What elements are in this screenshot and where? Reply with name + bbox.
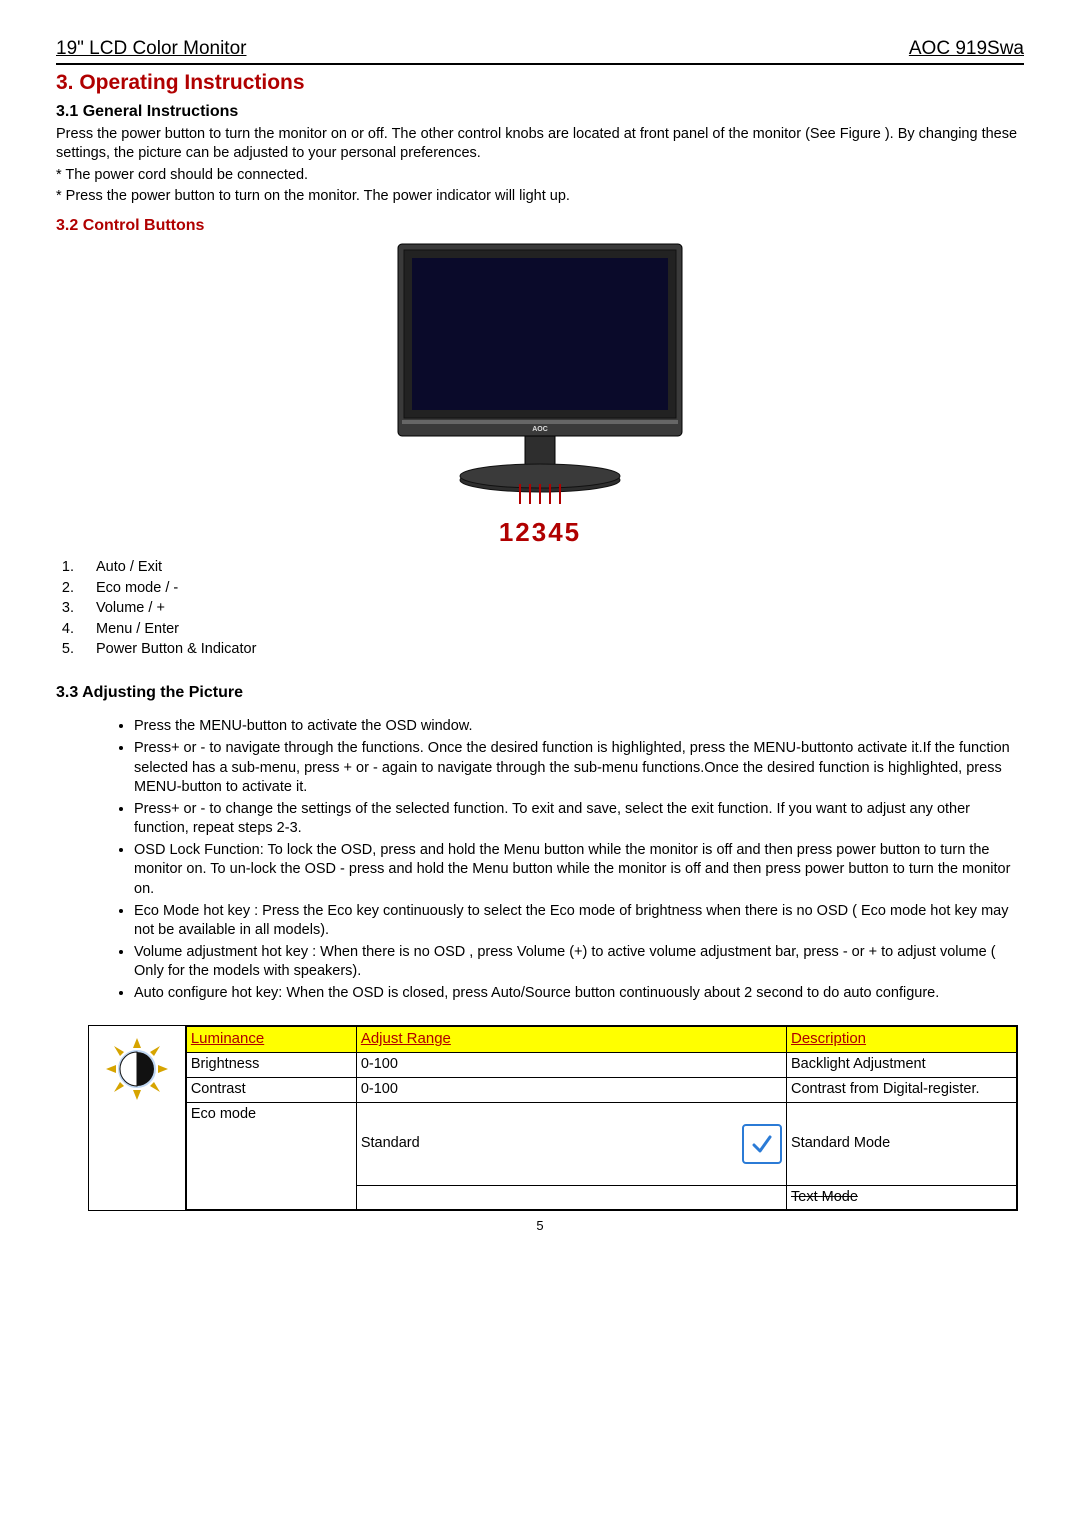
cell-desc-truncated: Text Mode [787, 1185, 1017, 1210]
s31-bullet2: * Press the power button to turn on the … [56, 187, 1024, 207]
cell-name: Contrast [186, 1077, 356, 1102]
table-row: Contrast 0-100 Contrast from Digital-reg… [186, 1077, 1016, 1102]
list-item: Auto / Exit [78, 558, 1024, 578]
list-item: Volume adjustment hot key : When there i… [134, 943, 1024, 982]
cell-desc: Backlight Adjustment [787, 1052, 1017, 1077]
page-number: 5 [56, 1217, 1024, 1235]
list-item: Volume / + [78, 599, 1024, 619]
subsection-3-3-title: 3.3 Adjusting the Picture [56, 682, 1024, 704]
table-header-row: Luminance Adjust Range Description [186, 1027, 1016, 1052]
s31-bullet1: * The power cord should be connected. [56, 166, 1024, 186]
luminance-icon-cell [89, 1026, 186, 1210]
list-item: Press+ or - to change the settings of th… [134, 800, 1024, 839]
cell-range: Standard [356, 1102, 786, 1185]
list-item: Menu / Enter [78, 620, 1024, 640]
brightness-contrast-icon [102, 1034, 172, 1104]
subsection-3-2-title: 3.2 Control Buttons [56, 215, 1024, 237]
cell-name: Brightness [186, 1052, 356, 1077]
s31-para1: Press the power button to turn the monit… [56, 125, 1024, 164]
adjusting-picture-list: Press the MENU-button to activate the OS… [56, 717, 1024, 1003]
cell-range: 0-100 [356, 1077, 786, 1102]
header-right: AOC 919Swa [909, 36, 1024, 63]
control-button-list: Auto / Exit Eco mode / - Volume / + Menu… [56, 558, 1024, 660]
cell-desc: Standard Mode [787, 1102, 1017, 1185]
monitor-figure: AOC 12345 [56, 240, 1024, 550]
monitor-icon: AOC [390, 240, 690, 510]
list-item: Eco mode / - [78, 579, 1024, 599]
list-item: Auto configure hot key: When the OSD is … [134, 984, 1024, 1004]
subsection-3-1-title: 3.1 General Instructions [56, 101, 1024, 123]
cell-range-empty [356, 1185, 786, 1210]
list-item: OSD Lock Function: To lock the OSD, pres… [134, 841, 1024, 900]
cell-range: 0-100 [356, 1052, 786, 1077]
cell-desc: Contrast from Digital-register. [787, 1077, 1017, 1102]
eco-range-label: Standard [361, 1134, 420, 1154]
button-digits: 12345 [56, 515, 1024, 550]
cell-name: Eco mode [186, 1102, 356, 1210]
table-row: Brightness 0-100 Backlight Adjustment [186, 1052, 1016, 1077]
th-luminance: Luminance [186, 1027, 356, 1052]
luminance-table: Luminance Adjust Range Description Brigh… [186, 1026, 1017, 1210]
list-item: Press the MENU-button to activate the OS… [134, 717, 1024, 737]
page-header: 19" LCD Color Monitor AOC 919Swa [56, 36, 1024, 65]
header-left: 19" LCD Color Monitor [56, 36, 246, 63]
section-title: 3. Operating Instructions [56, 69, 1024, 97]
list-item: Power Button & Indicator [78, 640, 1024, 660]
luminance-table-block: Luminance Adjust Range Description Brigh… [88, 1025, 1018, 1211]
svg-text:AOC: AOC [532, 426, 548, 433]
checkmark-icon [742, 1124, 782, 1164]
th-adjust-range: Adjust Range [356, 1027, 786, 1052]
list-item: Eco Mode hot key : Press the Eco key con… [134, 902, 1024, 941]
table-row: Eco mode Standard Standard Mode [186, 1102, 1016, 1185]
th-description: Description [787, 1027, 1017, 1052]
list-item: Press+ or - to navigate through the func… [134, 739, 1024, 798]
